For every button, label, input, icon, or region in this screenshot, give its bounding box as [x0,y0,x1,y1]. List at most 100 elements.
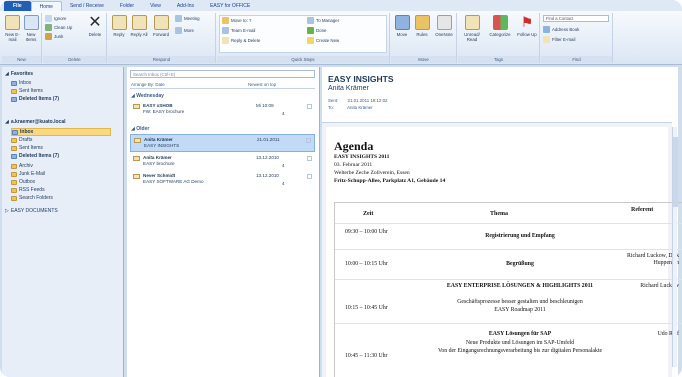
to-line: To: Anita Krämer [328,105,373,110]
team-email-icon [222,27,229,34]
group-respond: Reply Reply All Forward Meeting More Res… [108,13,216,63]
agenda-document: Agenda EASY INSIGHTS 2011 03. Februar 20… [326,127,682,377]
group-find: Find a Contact Address Book Filter E-mai… [541,13,613,63]
group-move: Move Rules OneNote Move [391,13,457,63]
reading-pane: EASY INSIGHTS Anita Krämer Sent: 21.01.2… [322,67,682,377]
tab-file[interactable]: File [4,1,31,11]
group-label-new: New [2,56,41,63]
unread-read-button[interactable]: Unread/ Read [460,15,484,42]
flag-icon[interactable] [306,138,311,143]
table-header-time: Zeit [363,211,374,217]
forward-icon [153,15,169,30]
reply-all-icon [131,15,147,30]
message-item[interactable]: Never Schmidt EASY SOFTWARE AG Demo 13.1… [130,171,315,189]
collapse-triangle-icon: ◢ [5,119,9,125]
account-header[interactable]: ◢ a.kraemer@kuato.local [5,119,65,125]
categorize-button[interactable]: Categorize [486,15,514,37]
junk-button[interactable]: Junk [45,33,63,40]
address-book-icon [543,26,550,33]
tab-view[interactable]: View [142,1,169,11]
new-items-button[interactable]: New Items [22,15,40,42]
find-contact-input[interactable]: Find a Contact [543,15,609,22]
agenda-date: 03. Februar 2011 [334,162,373,168]
folder-rss-feeds[interactable]: RSS Feeds [11,187,45,193]
folder-archiv[interactable]: Archiv [11,163,33,169]
flag-icon[interactable] [307,104,312,109]
sent-line: Sent: 21.01.2011 19:12:02 [328,98,388,103]
ignore-button[interactable]: Ignore [45,15,66,22]
group-delete: Ignore Clean Up Junk ✕ Delete Delete [43,13,107,63]
address-book-button[interactable]: Address Book [543,26,579,33]
favorites-header[interactable]: ◢ Favorites [5,71,33,77]
folder-sent-items[interactable]: Sent Items [11,145,43,151]
message-item[interactable]: Anita Krämer EASY brochure 13.12.2010 4 [130,153,315,171]
flag-icon[interactable] [307,174,312,179]
move-button[interactable]: Move [393,15,411,37]
arrange-by-button[interactable]: Arrange By: Date [131,82,165,87]
new-email-button[interactable]: New E-mail [4,15,21,42]
create-new-quickstep[interactable]: Create New [307,37,339,44]
clean-up-button[interactable]: Clean Up [45,24,72,31]
folder-outbox[interactable]: Outbox [11,179,35,185]
filter-email-button[interactable]: Filter E-mail [543,36,575,43]
search-folder-icon [11,195,17,201]
follow-up-button[interactable]: ⚑ Follow Up [516,15,538,38]
table-divider [335,249,682,250]
sort-order-button[interactable]: Newest on top [248,82,276,87]
meeting-button[interactable]: Meeting [175,15,200,22]
folder-deleted-items[interactable]: Deleted Items (7) [11,153,59,159]
group-header-wednesday[interactable]: ◢ Wednesday [131,93,164,99]
reply-all-button[interactable]: Reply All [130,15,148,37]
delete-button[interactable]: ✕ Delete [85,14,105,38]
rules-button[interactable]: Rules [413,15,431,37]
search-inbox-input[interactable]: Search Inbox (Ctrl+E) [130,70,315,78]
delete-x-icon: ✕ [88,14,102,31]
reply-button[interactable]: Reply [110,15,128,37]
done-quickstep[interactable]: Done [307,27,327,34]
forward-button[interactable]: Forward [150,15,172,37]
easy-documents-header[interactable]: ▷ EASY DOCUMENTS [5,208,58,214]
arrange-bar: Arrange By: Date Newest on top [130,81,315,89]
outbox-folder-icon [11,179,17,185]
table-divider [335,223,682,224]
ribbon-tabs: File Home Send / Receive Folder View Add… [0,0,682,11]
message-item-selected[interactable]: Anita Krämer EASY INSIGHTS 21.01.2011 [130,134,315,152]
folder-inbox[interactable]: Inbox [11,128,111,136]
message-subject: EASY INSIGHTS [328,74,394,84]
folder-drafts[interactable]: Drafts [11,137,32,143]
more-button[interactable]: More [175,27,194,34]
row-speaker: Udo Ralf [657,331,679,337]
folder-search-folders[interactable]: Search Folders [11,195,53,201]
new-email-icon [5,15,20,30]
favorite-inbox[interactable]: Inbox [11,80,31,86]
favorite-deleted-items[interactable]: Deleted Items (7) [11,96,59,102]
team-email-quickstep[interactable]: Team E-mail [222,27,255,34]
message-item[interactable]: EASY xSHOB FW: EASY brochure Mi 10:08 4 [130,101,315,119]
tab-home[interactable]: Home [30,1,62,11]
tab-easy-for-office[interactable]: EASY for OFFICE [202,1,258,11]
agenda-event-name: EASY INSIGHTS 2011 [334,154,390,160]
folder-junk[interactable]: Junk E-Mail [11,171,45,177]
reading-scrollbar[interactable] [672,127,678,367]
row-topic: EASY Lösungen für SAP [488,331,552,337]
flag-icon[interactable] [307,156,312,161]
reply-icon [111,15,127,30]
done-check-icon [307,27,314,34]
group-header-older[interactable]: ◢ Older [131,126,149,132]
tab-folder[interactable]: Folder [112,1,142,11]
onenote-button[interactable]: OneNote [433,15,455,37]
message-sender[interactable]: Anita Krämer [328,85,369,92]
favorite-sent-items[interactable]: Sent Items [11,88,43,94]
to-manager-quickstep[interactable]: To Manager [307,17,339,24]
group-quick-steps: Move to: ? Team E-mail Reply & Delete To… [217,13,390,63]
scrollbar-thumb[interactable] [673,137,678,207]
tab-send-receive[interactable]: Send / Receive [62,1,112,11]
drafts-folder-icon [11,137,17,143]
move-to-quickstep[interactable]: Move to: ? [222,17,252,24]
row-topic-detail: Von der Eingangsrechnungsverarbeitung bi… [437,348,603,354]
rules-icon [414,15,430,30]
reply-delete-quickstep[interactable]: Reply & Delete [222,37,260,44]
table-header-topic: Thema [490,211,508,217]
ribbon: New E-mail New Items New Ignore Clean Up… [0,11,682,65]
tab-add-ins[interactable]: Add-Ins [169,1,202,11]
